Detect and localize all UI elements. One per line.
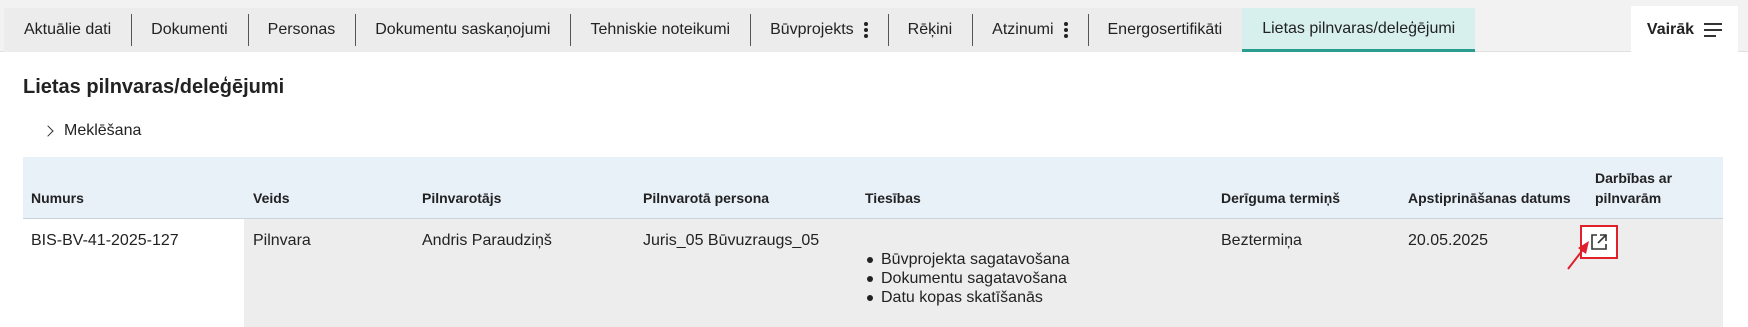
tab-personas[interactable]: Personas [247, 8, 356, 52]
kebab-menu-icon[interactable] [1063, 22, 1068, 38]
tab-label: Tehniskie noteikumi [590, 21, 731, 38]
cell-tiesibas-list: Būvprojekta sagatavošana Dokumentu sagat… [865, 250, 1070, 307]
tab-energosertifikati[interactable]: Energosertifikāti [1087, 8, 1243, 52]
tab-aktualie-dati[interactable]: Aktuālie dati [4, 8, 132, 52]
column-header-deriguma-termins[interactable]: Derīguma termiņš [1221, 188, 1340, 208]
column-header-apstiprinasanas-datums[interactable]: Apstiprināšanas datums [1408, 188, 1571, 208]
column-header-tiesibas[interactable]: Tiesības [865, 188, 921, 208]
table-header: Numurs Veids Pilnvarotājs Pilnvarotā per… [23, 157, 1723, 219]
tab-tehniskie-noteikumi[interactable]: Tehniskie noteikumi [570, 8, 751, 52]
tab-label: Dokumenti [151, 21, 228, 38]
tab-buvprojekts[interactable]: Būvprojekts [750, 8, 888, 52]
tab-label: Lietas pilnvaras/deleģējumi [1262, 19, 1456, 37]
tab-label: Dokumentu saskaņojumi [375, 21, 551, 38]
tab-dokumenti[interactable]: Dokumenti [131, 8, 248, 52]
tab-bar: Aktuālie dati Dokumenti Personas Dokumen… [0, 0, 1748, 54]
chevron-right-icon [42, 125, 54, 137]
list-item: Dokumentu sagatavošana [865, 269, 1070, 288]
column-header-darbibas: Darbības ar pilnvarām [1595, 168, 1672, 208]
tab-list: Aktuālie dati Dokumenti Personas Dokumen… [4, 8, 1476, 52]
hamburger-menu-icon [1704, 23, 1723, 37]
tab-label: Aktuālie dati [24, 21, 112, 38]
page-title: Lietas pilnvaras/deleģējumi [23, 76, 285, 98]
tab-atzinumi[interactable]: Atzinumi [972, 8, 1088, 52]
annotation-arrow-icon [1567, 241, 1589, 270]
search-label: Meklēšana [64, 122, 142, 139]
tab-label: Personas [267, 21, 336, 38]
tab-dokumentu-saskanojumi[interactable]: Dokumentu saskaņojumi [355, 8, 571, 52]
cell-pilnvarotajs: Andris Paraudziņš [422, 232, 552, 249]
tab-lietas-pilnvaras[interactable]: Lietas pilnvaras/deleģējumi [1242, 8, 1476, 52]
table-row: BIS-BV-41-2025-127 Pilnvara Andris Parau… [23, 219, 1723, 327]
tab-label: Rēķini [907, 21, 953, 38]
authorizations-table: Numurs Veids Pilnvarotājs Pilnvarotā per… [23, 157, 1723, 327]
tab-label: Energosertifikāti [1107, 21, 1223, 38]
column-header-darbibas-line2: pilnvarām [1595, 190, 1662, 206]
more-label: Vairāk [1646, 21, 1695, 38]
column-header-pilnvarotajs[interactable]: Pilnvarotājs [422, 188, 501, 208]
tab-label: Būvprojekts [770, 21, 854, 38]
cell-deriguma-termins: Beztermiņa [1221, 232, 1302, 249]
column-header-pilnvarota-persona[interactable]: Pilnvarotā persona [643, 188, 769, 208]
list-item: Datu kopas skatīšanās [865, 288, 1070, 307]
cell-veids: Pilnvara [253, 232, 311, 249]
cell-numurs: BIS-BV-41-2025-127 [31, 232, 179, 249]
more-button[interactable]: Vairāk [1631, 6, 1738, 54]
kebab-menu-icon[interactable] [863, 22, 868, 38]
cell-pilnvarota-persona: Juris_05 Būvuzraugs_05 [643, 232, 820, 249]
column-header-numurs[interactable]: Numurs [31, 188, 84, 208]
cell-apstiprinasanas-datums: 20.05.2025 [1408, 232, 1489, 249]
tab-rekini[interactable]: Rēķini [887, 8, 973, 52]
tab-label: Atzinumi [992, 21, 1054, 38]
list-item: Būvprojekta sagatavošana [865, 250, 1070, 269]
column-header-darbibas-line1: Darbības ar [1595, 170, 1673, 186]
search-toggle[interactable]: Meklēšana [42, 122, 142, 140]
column-header-veids[interactable]: Veids [253, 188, 290, 208]
